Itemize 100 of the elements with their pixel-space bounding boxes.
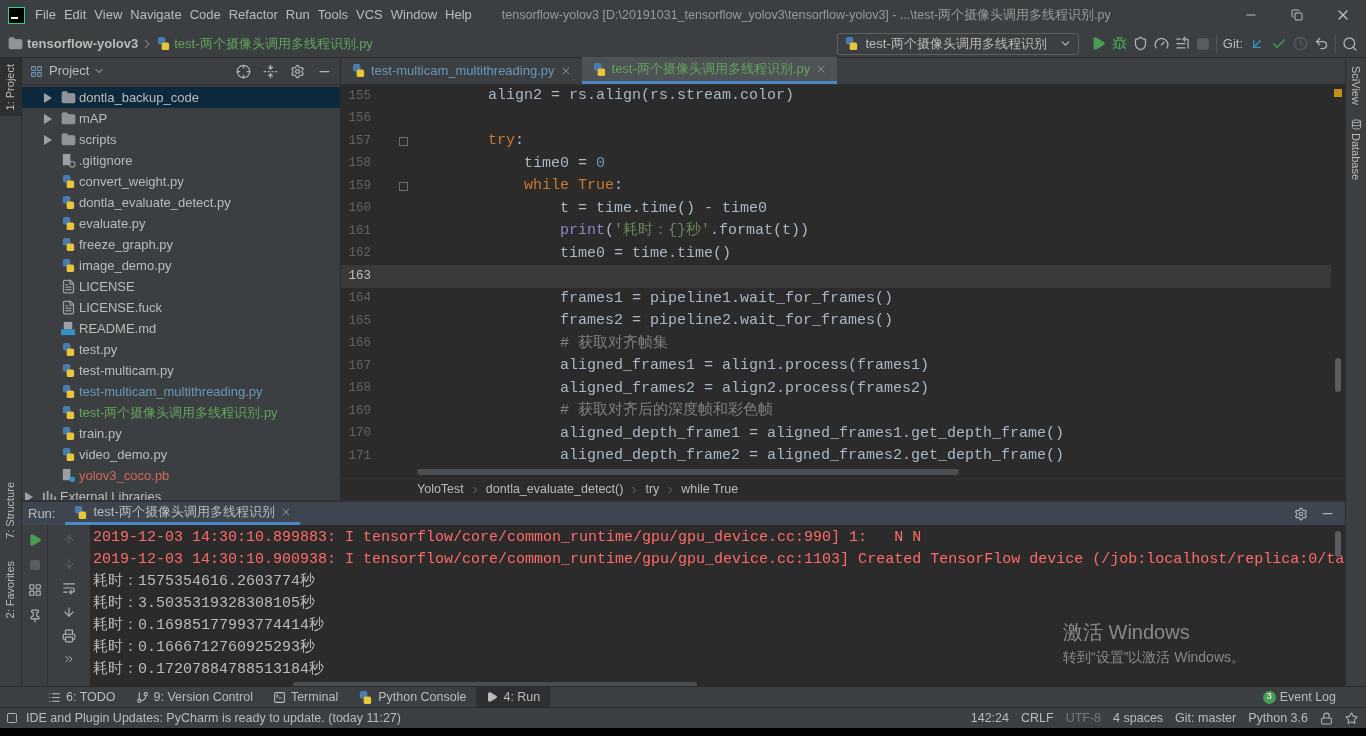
text-file-icon xyxy=(61,279,76,294)
separator-chevron-icon xyxy=(667,485,674,494)
run-configuration-dropdown[interactable]: test-两个摄像头调用多线程识别 xyxy=(837,32,1079,55)
scrollbar-thumb[interactable] xyxy=(1335,358,1341,392)
concurrency-icon[interactable] xyxy=(1174,36,1190,51)
code-line: align2 = rs.align(rs.stream.color) xyxy=(487,86,795,106)
layout-icon[interactable] xyxy=(27,583,42,597)
line-number: 159 xyxy=(347,177,371,195)
locate-icon[interactable] xyxy=(236,63,251,79)
settings-icon[interactable] xyxy=(1294,506,1308,521)
line-number: 166 xyxy=(347,335,371,353)
breadcrumb[interactable]: try xyxy=(645,480,660,499)
tool-window-tab[interactable]: 7: Structure xyxy=(0,476,21,546)
menu-item[interactable]: Tools xyxy=(313,5,353,25)
debug-icon[interactable] xyxy=(1111,36,1127,51)
run-icon[interactable] xyxy=(1090,36,1106,51)
menu-item[interactable]: Run xyxy=(281,5,314,25)
tree-item[interactable]: LICENSE xyxy=(22,276,340,297)
restore-icon[interactable] xyxy=(1291,9,1303,21)
breadcrumb[interactable]: dontla_evaluate_detect() xyxy=(485,480,624,499)
tool-window-tab[interactable]: 1: Project xyxy=(0,58,21,117)
status-item[interactable]: Git: master xyxy=(1175,708,1237,728)
menu-item[interactable]: Code xyxy=(185,5,225,25)
expand-arrow-icon[interactable] xyxy=(43,134,52,145)
horizontal-scrollbar[interactable] xyxy=(417,468,959,475)
tool-window-tab[interactable]: 2: Favorites xyxy=(0,555,21,625)
tree-item[interactable]: README.md xyxy=(22,318,340,339)
tree-item[interactable]: mAP xyxy=(22,108,340,129)
menu-item[interactable]: Refactor xyxy=(224,5,282,25)
menu-item[interactable]: File xyxy=(31,5,60,25)
search-icon[interactable] xyxy=(1342,35,1358,52)
tree-item[interactable]: dontla_backup_code xyxy=(22,87,340,108)
status-item[interactable]: CRLF xyxy=(1021,708,1054,728)
fold-marker-icon[interactable] xyxy=(399,136,408,146)
rerun-icon[interactable] xyxy=(27,533,42,547)
inspector-icon[interactable] xyxy=(1345,711,1358,725)
revert-icon[interactable] xyxy=(1314,36,1329,51)
status-item[interactable]: 4 spaces xyxy=(1113,708,1164,728)
tree-item[interactable]: video_demo.py xyxy=(22,444,340,465)
breadcrumb[interactable]: YoloTest xyxy=(417,480,464,499)
activation-notice-title: 激活 Windows xyxy=(1063,620,1191,645)
tool-window-tab[interactable]: 6: TODO xyxy=(38,686,126,708)
tree-item[interactable]: test-multicam_multithreading.py xyxy=(22,381,340,402)
tree-item[interactable]: yolov3_coco.pb xyxy=(22,465,340,486)
line-number: 171 xyxy=(347,447,371,465)
breadcrumb[interactable]: test-两个摄像头调用多线程识别.py xyxy=(174,33,373,54)
line-number: 164 xyxy=(347,290,371,308)
event-log-button[interactable]: 3 Event Log xyxy=(1262,687,1336,707)
editor-tab[interactable]: test-multicam_multithreading.py xyxy=(341,57,582,84)
tree-item[interactable]: convert_weight.py xyxy=(22,171,340,192)
tree-item[interactable]: image_demo.py xyxy=(22,255,340,276)
print-icon[interactable] xyxy=(62,629,76,643)
expand-arrow-icon[interactable] xyxy=(43,92,52,103)
tool-windows-icon[interactable] xyxy=(6,712,18,724)
expand-arrow-icon[interactable] xyxy=(24,491,33,500)
tree-item[interactable]: test-multicam.py xyxy=(22,360,340,381)
lock-icon[interactable] xyxy=(1320,711,1333,725)
collapse-icon[interactable] xyxy=(263,63,278,79)
status-item[interactable]: Python 3.6 xyxy=(1248,708,1308,728)
more-icon[interactable] xyxy=(63,653,75,665)
python-icon xyxy=(358,689,374,705)
menu-item[interactable]: Navigate xyxy=(126,5,186,25)
breadcrumb[interactable]: tensorflow-yolov3 xyxy=(27,33,139,54)
console-line: 2019-12-03 14:30:10.900938: I tensorflow/core/common_runtime/gpu/gpu_device.cc:1103] Created TensorFlow device (/job:localhost/replica:0/ta xyxy=(93,550,1345,570)
breadcrumb[interactable]: while True xyxy=(681,480,739,499)
tool-window-tab[interactable]: 9: Version Control xyxy=(125,686,263,708)
settings-icon[interactable] xyxy=(290,63,305,79)
tool-window-tab[interactable]: Database xyxy=(1347,118,1365,181)
tree-item[interactable]: scripts xyxy=(22,129,340,150)
tree-item[interactable]: dontla_evaluate_detect.py xyxy=(22,192,340,213)
tree-item[interactable]: train.py xyxy=(22,423,340,444)
profile-icon[interactable] xyxy=(1153,36,1169,51)
code-line: while True: xyxy=(523,176,624,196)
tree-item[interactable]: evaluate.py xyxy=(22,213,340,234)
python-file-icon xyxy=(61,237,76,252)
tree-item[interactable]: test-两个摄像头调用多线程识别.py xyxy=(22,402,340,423)
tool-window-tab[interactable]: 4: Run xyxy=(476,686,551,708)
soft-wrap-icon[interactable] xyxy=(62,581,76,595)
python-file-icon xyxy=(156,36,172,51)
tool-window-tab[interactable]: SciView xyxy=(1347,66,1365,105)
tree-item[interactable]: test.py xyxy=(22,339,340,360)
window-title: tensorflow-yolov3 [D:\20191031_tensorflow_yolov3\tensorflow-yolov3] - ...\test-两个摄像头调用多线程识别.py xyxy=(501,6,1111,24)
pin-icon[interactable] xyxy=(27,609,42,623)
tool-window-tab[interactable]: Terminal xyxy=(262,686,349,708)
menu-item[interactable]: Window xyxy=(386,5,442,25)
menu-item[interactable]: VCS xyxy=(352,5,387,25)
scroll-to-end-icon[interactable] xyxy=(62,605,76,619)
menu-item[interactable]: View xyxy=(90,5,127,25)
fold-marker-icon[interactable] xyxy=(399,181,408,191)
tree-item[interactable]: LICENSE.fuck xyxy=(22,297,340,318)
console-line: 耗时：0.17207884788513184秒 xyxy=(93,659,325,680)
coverage-icon[interactable] xyxy=(1132,36,1148,51)
tree-item[interactable]: .gitignore xyxy=(22,150,340,171)
status-item[interactable]: 142:24 xyxy=(970,708,1009,728)
tool-window-tab[interactable]: Python Console xyxy=(348,686,477,708)
tree-item[interactable]: freeze_graph.py xyxy=(22,234,340,255)
menu-item[interactable]: Edit xyxy=(59,5,91,25)
expand-arrow-icon[interactable] xyxy=(43,113,52,124)
project-view-dropdown[interactable]: Project xyxy=(49,61,106,81)
menu-item[interactable]: Help xyxy=(441,5,476,25)
